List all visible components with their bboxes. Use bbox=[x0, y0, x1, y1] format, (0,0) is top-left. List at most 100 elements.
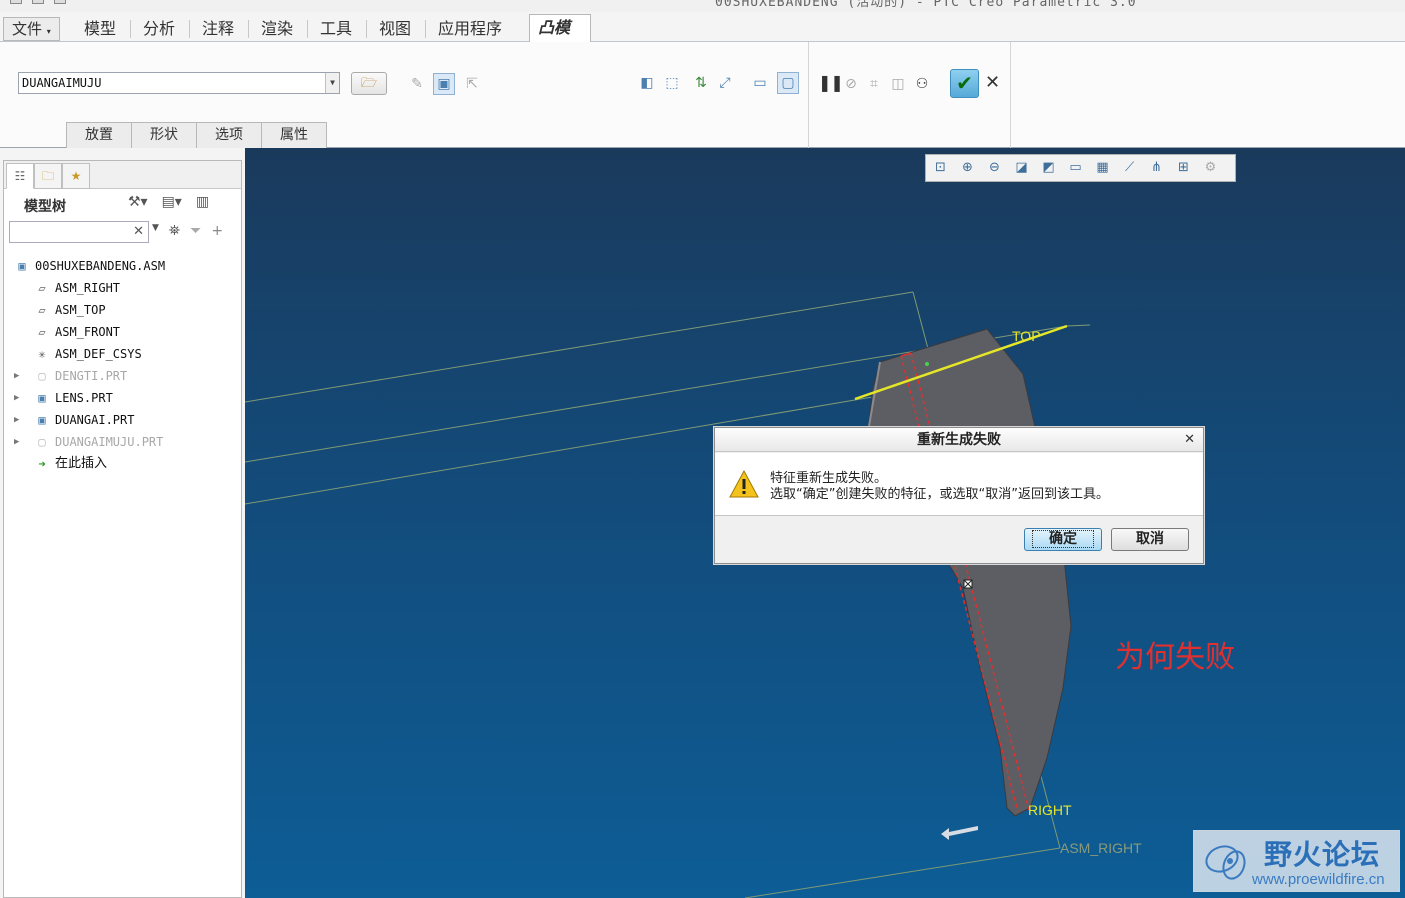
regeneration-failed-dialog: 重新生成失败 ✕ 特征重新生成失败。 选取“确定”创建失败的特征，或选取“取消”… bbox=[714, 427, 1204, 564]
thicken-icon[interactable]: ⤢ bbox=[714, 72, 736, 94]
menu-separator bbox=[366, 20, 367, 38]
model-tree-toolbar: ⚒▾ ▤▾ ▥ bbox=[128, 194, 209, 210]
preview-solid-icon[interactable]: ◫ bbox=[887, 73, 909, 95]
tab-folder-browser[interactable]: 🗀 bbox=[34, 163, 62, 189]
csys-icon: ✳ bbox=[38, 347, 46, 361]
new-icon[interactable] bbox=[10, 0, 22, 4]
menu-render[interactable]: 渲染 bbox=[253, 16, 301, 42]
sketch-edit-icon[interactable]: ✎ bbox=[406, 73, 428, 95]
display-style-icon[interactable]: ◩ bbox=[1037, 157, 1060, 179]
navigator-panel: ☷ 🗀 ★ 模型树 ⚒▾ ▤▾ ▥ ✕ ▼ ⛯ ⏷ + ▣ 00SHUXEBAN… bbox=[3, 160, 242, 898]
title-bar: 00SHUXEBANDENG (活动的) - PTC Creo Parametr… bbox=[0, 0, 1405, 12]
show-icon[interactable]: ▤▾ bbox=[162, 194, 182, 210]
part-icon: ▣ bbox=[38, 391, 46, 405]
watermark: 野火论坛 www.proewildfire.cn bbox=[1193, 830, 1400, 892]
menu-separator bbox=[425, 20, 426, 38]
expand-arrow-icon[interactable]: ▶ bbox=[14, 432, 24, 452]
quick-access-toolbar[interactable] bbox=[10, 0, 66, 4]
open-folder-button[interactable]: 🗁 bbox=[351, 72, 387, 95]
remove-material-icon[interactable]: ▭ bbox=[749, 72, 771, 94]
watermark-logo-icon bbox=[1205, 845, 1246, 880]
solid-icon[interactable]: ▣ bbox=[433, 73, 455, 95]
menu-separator bbox=[307, 20, 308, 38]
subtab-shape[interactable]: 形状 bbox=[131, 122, 197, 148]
flip-direction-icon[interactable]: ⇅ bbox=[690, 72, 712, 94]
view-manager-icon[interactable]: ▦ bbox=[1091, 157, 1114, 179]
dashboard-subtabs: 放置 形状 选项 属性 bbox=[66, 122, 327, 148]
refit-icon[interactable]: ⊡ bbox=[929, 157, 952, 179]
columns-icon[interactable]: ▥ bbox=[196, 194, 209, 210]
menu-view[interactable]: 视图 bbox=[371, 16, 419, 42]
check-icon: ✔ bbox=[956, 71, 973, 95]
direction-arrow-icon[interactable] bbox=[941, 826, 978, 840]
menu-file[interactable]: 文件 ▾ bbox=[3, 17, 60, 41]
settings-icon[interactable]: ⚒▾ bbox=[128, 194, 148, 210]
binoculars-icon[interactable]: ⛯ bbox=[169, 223, 180, 239]
assembly-icon: ▣ bbox=[18, 259, 26, 273]
cancel-x-button[interactable]: ✕ bbox=[985, 72, 1000, 93]
add-taper-icon[interactable]: ▢ bbox=[777, 72, 799, 94]
saved-orientations-icon[interactable]: ▭ bbox=[1064, 157, 1087, 179]
menu-file-label: 文件 bbox=[12, 20, 43, 38]
part-body[interactable] bbox=[866, 328, 1072, 817]
part-icon: ▣ bbox=[38, 413, 46, 427]
ok-button[interactable]: 确定 bbox=[1024, 528, 1102, 551]
depth-blind-icon[interactable]: ◧ bbox=[636, 72, 658, 94]
preview-mesh-icon[interactable]: ⌗ bbox=[863, 73, 885, 95]
chevron-down-icon[interactable]: ▼ bbox=[152, 223, 159, 239]
datum-plane-icon: ▱ bbox=[38, 303, 46, 317]
open-icon[interactable] bbox=[32, 0, 44, 4]
chevron-down-icon[interactable]: ▼ bbox=[325, 73, 339, 93]
tree-item-label: DUANGAIMUJU.PRT bbox=[55, 435, 164, 449]
datum-plane-edge bbox=[245, 291, 914, 403]
annotation-display-icon[interactable]: ⋔ bbox=[1145, 157, 1168, 179]
depth-through-icon[interactable]: ⬚ bbox=[661, 72, 683, 94]
spin-center-icon[interactable]: ⊞ bbox=[1172, 157, 1195, 179]
repaint-icon[interactable]: ◪ bbox=[1010, 157, 1033, 179]
expand-arrow-icon[interactable]: ▶ bbox=[14, 366, 24, 386]
tab-model-tree[interactable]: ☷ bbox=[6, 163, 34, 189]
menu-analysis[interactable]: 分析 bbox=[135, 16, 183, 42]
target-part-value: DUANGAIMUJU bbox=[22, 76, 102, 90]
drag-handle[interactable] bbox=[925, 362, 929, 366]
annotation-text: 为何失败 bbox=[1115, 640, 1235, 675]
subtab-options[interactable]: 选项 bbox=[196, 122, 262, 148]
search-toolbar: ▼ ⛯ ⏷ + bbox=[152, 223, 223, 239]
perspective-icon[interactable]: ⚙ bbox=[1199, 157, 1222, 179]
dialog-title-text: 重新生成失败 bbox=[917, 432, 1001, 448]
expand-arrow-icon[interactable]: ▶ bbox=[14, 388, 24, 408]
close-icon: ✕ bbox=[985, 72, 1001, 93]
filter-icon[interactable]: ⏷ bbox=[190, 223, 201, 239]
datum-display-icon[interactable]: ⟋ bbox=[1118, 157, 1141, 179]
menu-annotate[interactable]: 注释 bbox=[194, 16, 242, 42]
extrude-dashboard: DUANGAIMUJU ▼ 🗁 ✎ ▣ ⇱ ◧ ⬚ ⇅ ⤢ ▭ ▢ ❚❚ ⊘ ⌗… bbox=[0, 42, 1405, 148]
clear-icon[interactable]: ✕ bbox=[133, 224, 144, 239]
menu-applications[interactable]: 应用程序 bbox=[430, 16, 510, 42]
target-part-select[interactable]: DUANGAIMUJU ▼ bbox=[18, 72, 340, 94]
tree-item-label: ASM_RIGHT bbox=[55, 281, 121, 295]
save-icon[interactable] bbox=[54, 0, 66, 4]
close-icon[interactable]: ✕ bbox=[1184, 428, 1195, 452]
subtab-placement[interactable]: 放置 bbox=[66, 122, 132, 148]
ok-check-button[interactable]: ✔ bbox=[950, 69, 979, 98]
zoom-in-icon[interactable]: ⊕ bbox=[956, 157, 979, 179]
menu-tools[interactable]: 工具 bbox=[312, 16, 360, 42]
cancel-button[interactable]: 取消 bbox=[1111, 528, 1189, 551]
surface-icon[interactable]: ⇱ bbox=[461, 73, 483, 95]
tab-extrude[interactable]: 凸模 bbox=[529, 14, 591, 43]
datum-plane-edge bbox=[1066, 324, 1091, 327]
watermark-title: 野火论坛 bbox=[1264, 838, 1381, 871]
expand-arrow-icon[interactable]: ▶ bbox=[14, 410, 24, 430]
tab-favorites[interactable]: ★ bbox=[62, 163, 90, 189]
folder-icon: 🗀 bbox=[41, 169, 54, 183]
model-tree-search-input[interactable]: ✕ bbox=[9, 221, 149, 243]
no-preview-icon[interactable]: ⊘ bbox=[840, 73, 862, 95]
tree-item-label: ASM_TOP bbox=[55, 303, 106, 317]
verify-glasses-icon[interactable]: ⚇ bbox=[911, 73, 933, 95]
menu-separator bbox=[248, 20, 249, 38]
chevron-down-icon: ▾ bbox=[46, 27, 51, 36]
menu-model[interactable]: 模型 bbox=[76, 16, 124, 42]
subtab-properties[interactable]: 属性 bbox=[261, 122, 327, 148]
add-icon[interactable]: + bbox=[211, 223, 223, 239]
zoom-out-icon[interactable]: ⊖ bbox=[983, 157, 1006, 179]
